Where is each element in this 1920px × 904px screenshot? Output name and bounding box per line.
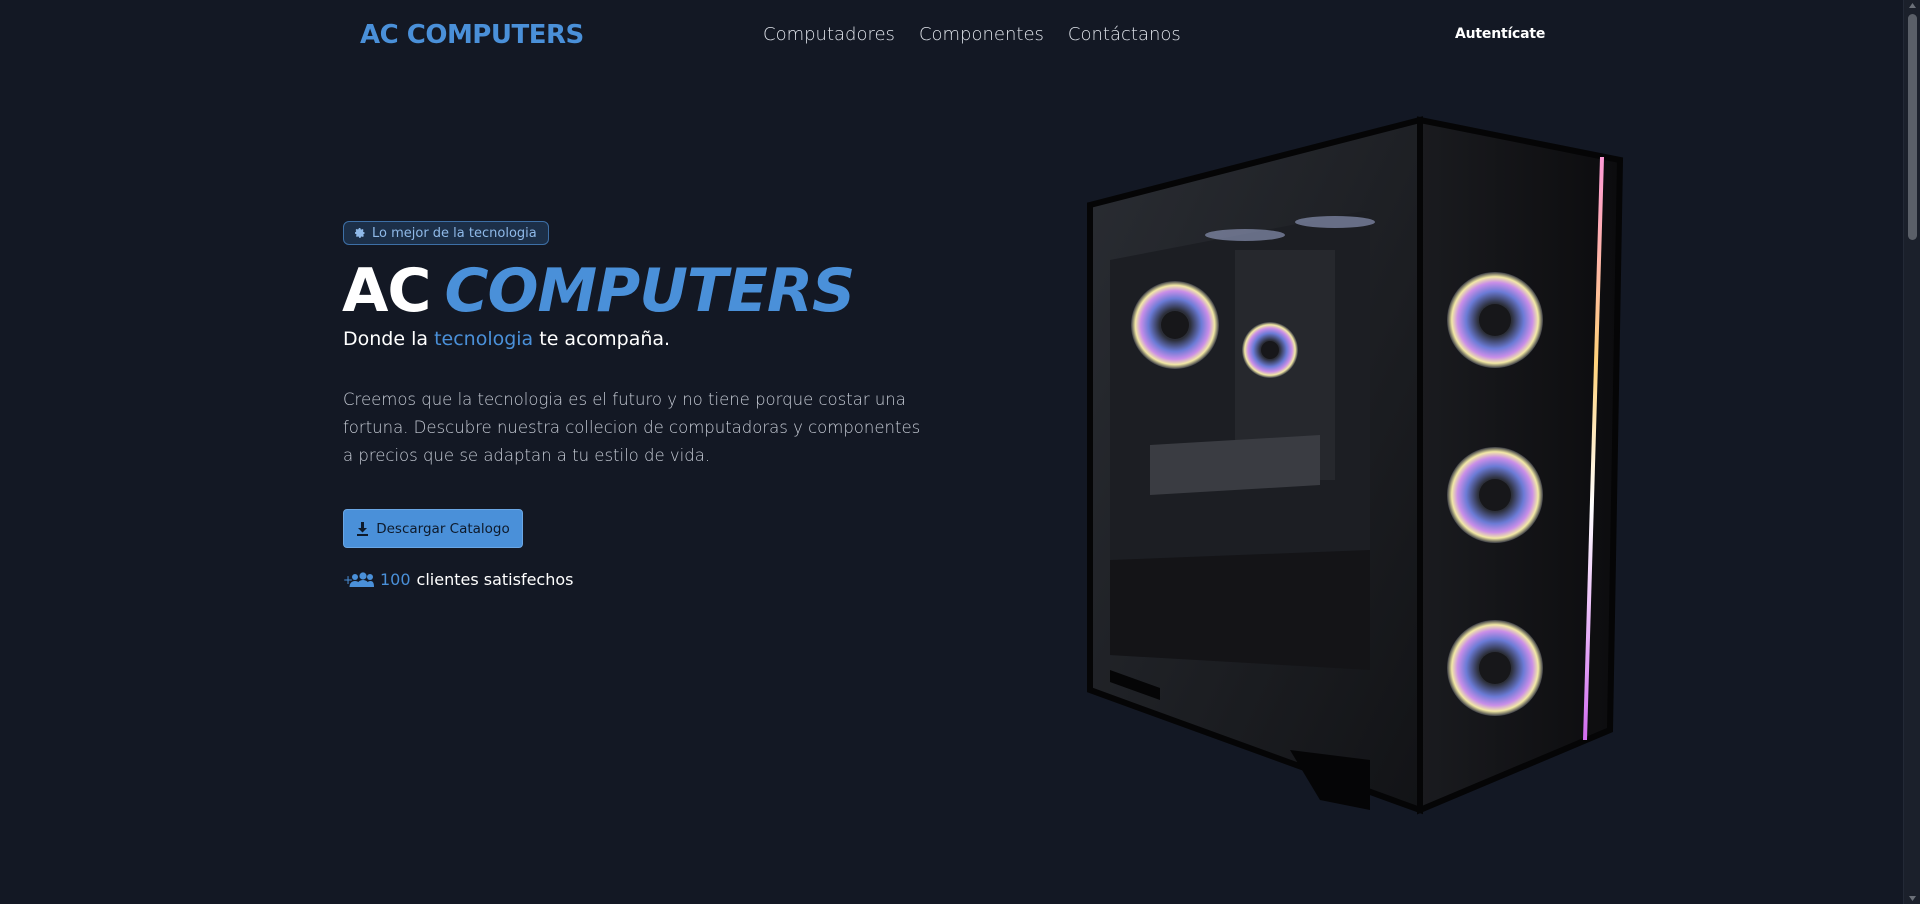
subtitle-post: te acompaña.	[533, 328, 671, 350]
clients-counter: + 100 clientes satisfechos	[343, 570, 574, 589]
nav-link-computadores[interactable]: Computadores	[763, 24, 895, 45]
scroll-up-icon[interactable]	[1908, 2, 1917, 10]
subtitle-pre: Donde la	[343, 328, 435, 350]
subtitle-highlight: tecnologia	[434, 328, 534, 350]
auth-link[interactable]: Autentícate	[1455, 26, 1545, 42]
pc-case-image	[1087, 116, 1624, 815]
hero-subtitle: Donde la tecnologia te acompaña.	[343, 328, 670, 350]
clients-count: 100	[380, 570, 411, 589]
hero-badge-label: Lo mejor de la tecnologia	[372, 225, 537, 241]
hero-badge: Lo mejor de la tecnologia	[343, 221, 549, 245]
download-icon	[357, 521, 369, 536]
logo[interactable]: AC COMPUTERS	[360, 20, 584, 50]
nav-links: Computadores Componentes Contáctanos	[763, 24, 1181, 45]
scroll-down-icon[interactable]	[1908, 894, 1917, 902]
nav-link-contactanos[interactable]: Contáctanos	[1068, 24, 1181, 45]
gear-icon	[355, 228, 365, 238]
scrollbar-thumb[interactable]	[1908, 14, 1917, 240]
users-plus-icon: +	[343, 571, 374, 587]
hero-title-blue: COMPUTERS	[444, 256, 855, 326]
navbar: AC COMPUTERS Computadores Componentes Co…	[0, 0, 1900, 70]
page-scrollbar[interactable]	[1903, 0, 1920, 904]
download-catalog-label: Descargar Catalogo	[376, 520, 510, 537]
download-catalog-button[interactable]: Descargar Catalogo	[343, 509, 523, 548]
hero-title-white: AC	[342, 256, 431, 326]
hero-description: Creemos que la tecnologia es el futuro y…	[343, 390, 921, 465]
clients-label: clientes satisfechos	[416, 570, 574, 589]
nav-link-componentes[interactable]: Componentes	[919, 24, 1044, 45]
hero-title: AC COMPUTERS	[342, 256, 855, 326]
